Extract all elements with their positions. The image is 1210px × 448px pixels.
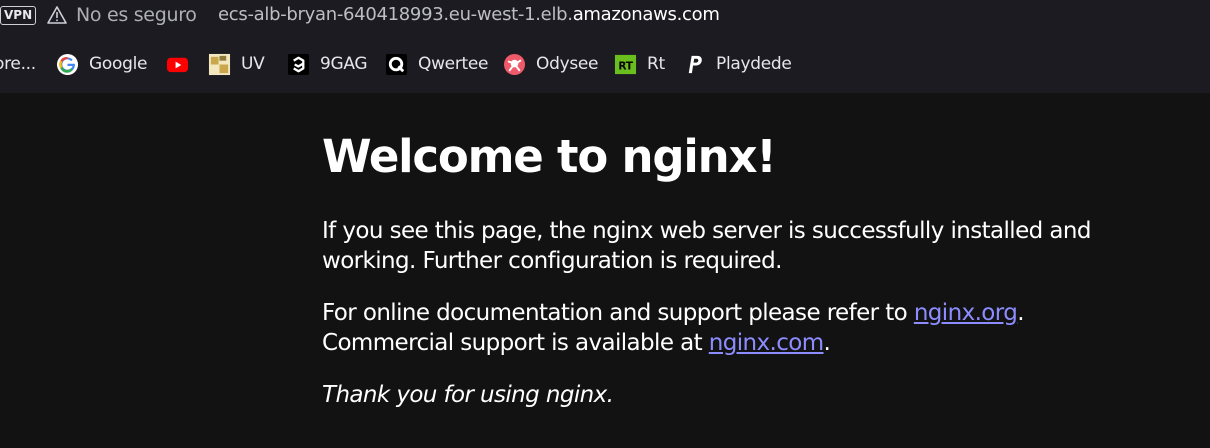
warning-icon[interactable] — [47, 5, 67, 25]
9gag-icon — [287, 53, 310, 76]
bookmark-label: Rt — [647, 54, 665, 74]
bookmark-odysee[interactable]: Odysee — [503, 46, 599, 82]
thanks-paragraph: Thank you for using nginx. — [322, 380, 1102, 410]
rt-icon: RT — [614, 53, 637, 76]
odysee-icon — [503, 53, 526, 76]
intro-paragraph: If you see this page, the nginx web serv… — [322, 218, 1091, 274]
docs-paragraph: For online documentation and support ple… — [322, 298, 1102, 358]
bookmarks-bar: ore... Google — [0, 46, 1210, 82]
url-host: amazonaws.com — [572, 4, 720, 25]
svg-text:RT: RT — [618, 60, 633, 72]
docs-period: . — [1017, 300, 1024, 326]
nginx-org-link[interactable]: nginx.org — [914, 300, 1018, 326]
bookmark-label: ore... — [0, 54, 36, 74]
playdede-icon — [683, 53, 706, 76]
commercial-period: . — [823, 330, 831, 356]
nginx-com-link[interactable]: nginx.com — [709, 330, 824, 356]
qwertee-icon — [385, 53, 408, 76]
bookmark-label: Qwertee — [418, 54, 489, 74]
security-status[interactable]: No es seguro — [76, 4, 197, 26]
bookmark-playdede[interactable]: Playdede — [683, 46, 792, 82]
url-prefix: ecs-alb-bryan-640418993.eu-west-1.elb. — [218, 4, 573, 25]
docs-text: For online documentation and support ple… — [322, 300, 914, 326]
bookmark-9gag[interactable]: 9GAG — [287, 46, 368, 82]
bookmark-rt[interactable]: RT Rt — [614, 46, 665, 82]
address-bar[interactable]: VPN No es seguro ecs-alb-bryan-640418993… — [0, 0, 1210, 34]
nginx-welcome: Welcome to nginx! If you see this page, … — [322, 130, 1102, 432]
bookmark-label: Playdede — [716, 54, 792, 74]
vpn-badge[interactable]: VPN — [0, 6, 37, 25]
bookmark-uv[interactable]: UV — [208, 46, 265, 82]
uv-icon — [208, 53, 231, 76]
url-field[interactable]: ecs-alb-bryan-640418993.eu-west-1.elb.am… — [218, 4, 720, 25]
page-title: Welcome to nginx! — [322, 130, 777, 183]
thanks-text: Thank you for using nginx. — [322, 382, 614, 408]
bookmark-label: 9GAG — [320, 54, 368, 74]
commercial-text: Commercial support is available at — [322, 330, 709, 356]
bookmark-label: UV — [241, 54, 265, 74]
bookmark-youtube[interactable] — [166, 46, 189, 82]
bookmark-folder[interactable]: ore... — [0, 46, 36, 82]
bookmark-label: Odysee — [536, 54, 599, 74]
google-icon — [56, 53, 79, 76]
bookmark-label: Google — [89, 54, 148, 74]
browser-toolbar: VPN No es seguro ecs-alb-bryan-640418993… — [0, 0, 1210, 93]
bookmark-qwertee[interactable]: Qwertee — [385, 46, 489, 82]
youtube-icon — [166, 53, 189, 76]
bookmark-google[interactable]: Google — [56, 46, 147, 82]
